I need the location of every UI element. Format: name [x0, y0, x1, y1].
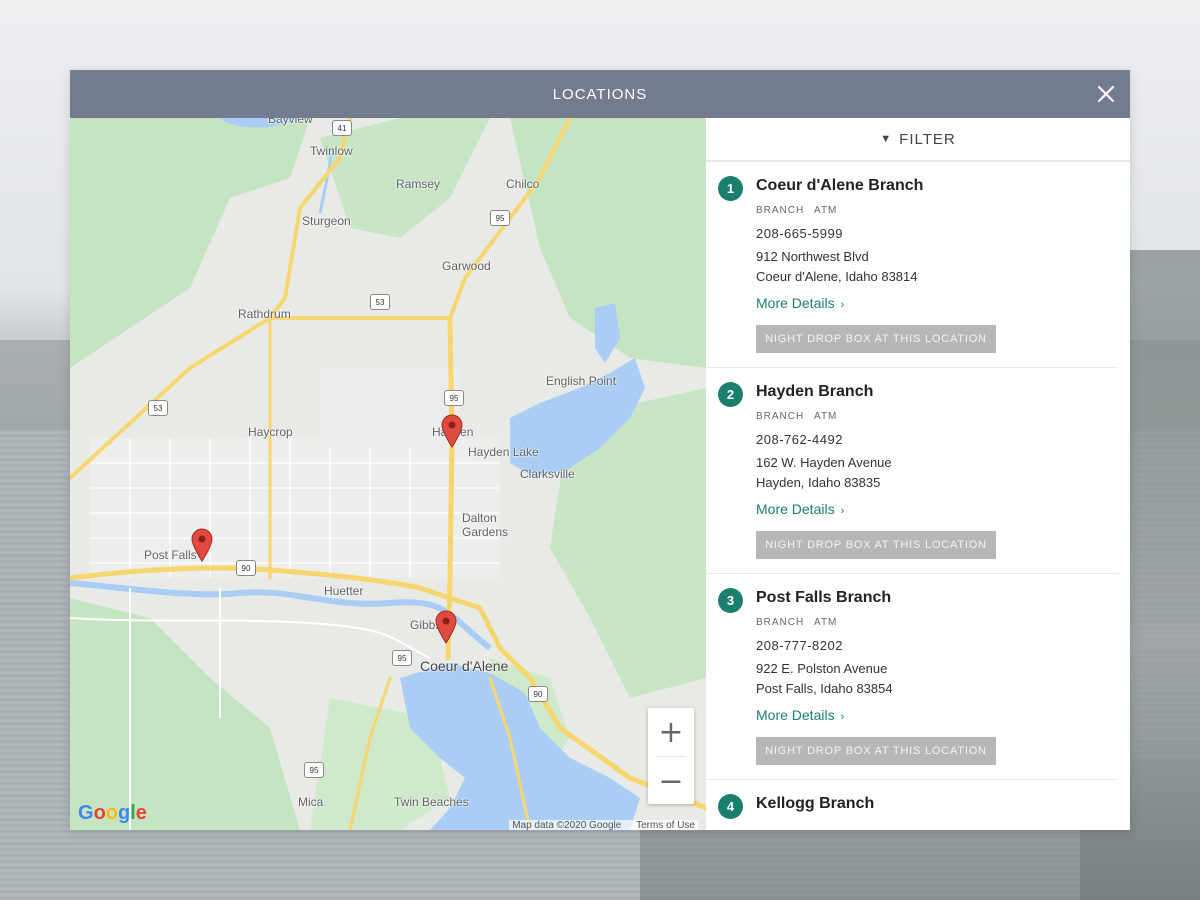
map-label-dalton-gardens: Dalton Gardens — [462, 511, 509, 539]
more-details-label: More Details — [756, 295, 835, 311]
highway-shield: 95 — [444, 390, 464, 406]
location-address: 922 E. Polston Avenue Post Falls, Idaho … — [756, 659, 1104, 699]
location-name[interactable]: Coeur d'Alene Branch — [756, 175, 1104, 197]
highway-shield: 53 — [370, 294, 390, 310]
location-tags: BRANCH ATM — [756, 205, 1104, 216]
list-item[interactable]: 3 Post Falls Branch BRANCH ATM 208-777-8… — [706, 574, 1118, 780]
map-pin-post-falls[interactable] — [191, 528, 213, 562]
highway-shield: 95 — [392, 650, 412, 666]
map-label-haycrop: Haycrop — [248, 425, 293, 439]
google-logo: Google — [78, 802, 147, 824]
map-label-garwood: Garwood — [442, 259, 491, 273]
zoom-control: + − — [648, 708, 694, 804]
tag-branch: BRANCH — [756, 411, 805, 422]
more-details-link[interactable]: More Details › — [756, 501, 844, 517]
map-canvas[interactable] — [70, 118, 706, 830]
zoom-out-button[interactable]: − — [648, 757, 694, 805]
tag-atm: ATM — [814, 411, 838, 422]
locations-modal: LOCATIONS Bayview Twinlow Ramsey Chilco … — [70, 70, 1130, 830]
highway-shield: 90 — [528, 686, 548, 702]
address-line-1: 922 E. Polston Avenue — [756, 661, 888, 676]
more-details-link[interactable]: More Details › — [756, 295, 844, 311]
map-label-huetter: Huetter — [324, 584, 364, 598]
night-drop-box-badge: NIGHT DROP BOX AT THIS LOCATION — [756, 325, 996, 353]
location-phone[interactable]: 208-762-4492 — [756, 432, 1104, 447]
chevron-right-icon: › — [840, 505, 845, 517]
address-line-2: Post Falls, Idaho 83854 — [756, 681, 893, 696]
night-drop-box-badge: NIGHT DROP BOX AT THIS LOCATION — [756, 737, 996, 765]
map-attribution: Map data ©2020 Google Terms of Use — [509, 820, 698, 830]
map-label-rathdrum: Rathdrum — [238, 307, 291, 321]
map-label-hayden-lake: Hayden Lake — [468, 445, 539, 459]
night-drop-box-badge: NIGHT DROP BOX AT THIS LOCATION — [756, 531, 996, 559]
close-button[interactable] — [1092, 80, 1120, 108]
chevron-down-icon: ▼ — [880, 133, 892, 145]
location-number-badge: 2 — [718, 382, 743, 407]
tag-atm: ATM — [814, 205, 838, 216]
filter-label: FILTER — [899, 130, 956, 148]
map-data-credit: Map data ©2020 Google — [512, 820, 622, 830]
map-label-english-point: English Point — [546, 374, 617, 388]
map-label-mica: Mica — [298, 795, 324, 809]
location-phone[interactable]: 208-777-8202 — [756, 638, 1104, 653]
more-details-label: More Details — [756, 501, 835, 517]
map-label-twin-beaches: Twin Beaches — [394, 795, 469, 809]
more-details-link[interactable]: More Details › — [756, 707, 844, 723]
map-label-bayview: Bayview — [268, 118, 313, 126]
tag-branch: BRANCH — [756, 617, 805, 628]
highway-shield: 53 — [148, 400, 168, 416]
location-list[interactable]: 1 Coeur d'Alene Branch BRANCH ATM 208-66… — [706, 162, 1130, 830]
modal-body: Bayview Twinlow Ramsey Chilco Sturgeon G… — [70, 118, 1130, 830]
map-view[interactable]: Bayview Twinlow Ramsey Chilco Sturgeon G… — [70, 118, 706, 830]
location-name[interactable]: Hayden Branch — [756, 381, 1104, 403]
highway-shield: 90 — [236, 560, 256, 576]
map-label-clarksville: Clarksville — [520, 467, 575, 481]
highway-shield: 95 — [304, 762, 324, 778]
location-name[interactable]: Kellogg Branch — [756, 793, 1104, 815]
location-address: 912 Northwest Blvd Coeur d'Alene, Idaho … — [756, 247, 1104, 287]
location-address: 162 W. Hayden Avenue Hayden, Idaho 83835 — [756, 453, 1104, 493]
location-number-badge: 4 — [718, 794, 743, 819]
tag-branch: BRANCH — [756, 205, 805, 216]
modal-header: LOCATIONS — [70, 70, 1130, 118]
more-details-label: More Details — [756, 707, 835, 723]
list-item[interactable]: 1 Coeur d'Alene Branch BRANCH ATM 208-66… — [706, 162, 1118, 368]
address-line-1: 162 W. Hayden Avenue — [756, 455, 892, 470]
terms-link[interactable]: Terms of Use — [636, 820, 695, 830]
locations-panel: ▼ FILTER 1 Coeur d'Alene Branch BRANCH A… — [706, 118, 1130, 830]
highway-shield: 41 — [332, 120, 352, 136]
map-label-post-falls: Post Falls — [144, 548, 197, 562]
chevron-right-icon: › — [840, 711, 845, 723]
map-label-ramsey: Ramsey — [396, 177, 441, 191]
map-label-coeur-dalene: Coeur d'Alene — [420, 658, 509, 674]
map-label-twinlow: Twinlow — [310, 144, 353, 158]
filter-toggle[interactable]: ▼ FILTER — [706, 118, 1130, 162]
map-pin-hayden[interactable] — [441, 414, 463, 448]
map-label-chilco: Chilco — [506, 177, 540, 191]
chevron-right-icon: › — [840, 299, 845, 311]
zoom-in-button[interactable]: + — [648, 708, 694, 756]
location-number-badge: 3 — [718, 588, 743, 613]
location-tags: BRANCH ATM — [756, 617, 1104, 628]
address-line-2: Hayden, Idaho 83835 — [756, 475, 881, 490]
address-line-2: Coeur d'Alene, Idaho 83814 — [756, 269, 918, 284]
list-item[interactable]: 4 Kellogg Branch — [706, 780, 1118, 829]
location-name[interactable]: Post Falls Branch — [756, 587, 1104, 609]
close-icon — [1097, 85, 1115, 103]
address-line-1: 912 Northwest Blvd — [756, 249, 869, 264]
modal-title: LOCATIONS — [552, 85, 648, 103]
highway-shield: 95 — [490, 210, 510, 226]
map-pin-coeur-dalene[interactable] — [435, 610, 457, 644]
tag-atm: ATM — [814, 617, 838, 628]
location-tags: BRANCH ATM — [756, 411, 1104, 422]
location-number-badge: 1 — [718, 176, 743, 201]
map-label-sturgeon: Sturgeon — [302, 214, 351, 228]
location-phone[interactable]: 208-665-5999 — [756, 226, 1104, 241]
list-item[interactable]: 2 Hayden Branch BRANCH ATM 208-762-4492 … — [706, 368, 1118, 574]
